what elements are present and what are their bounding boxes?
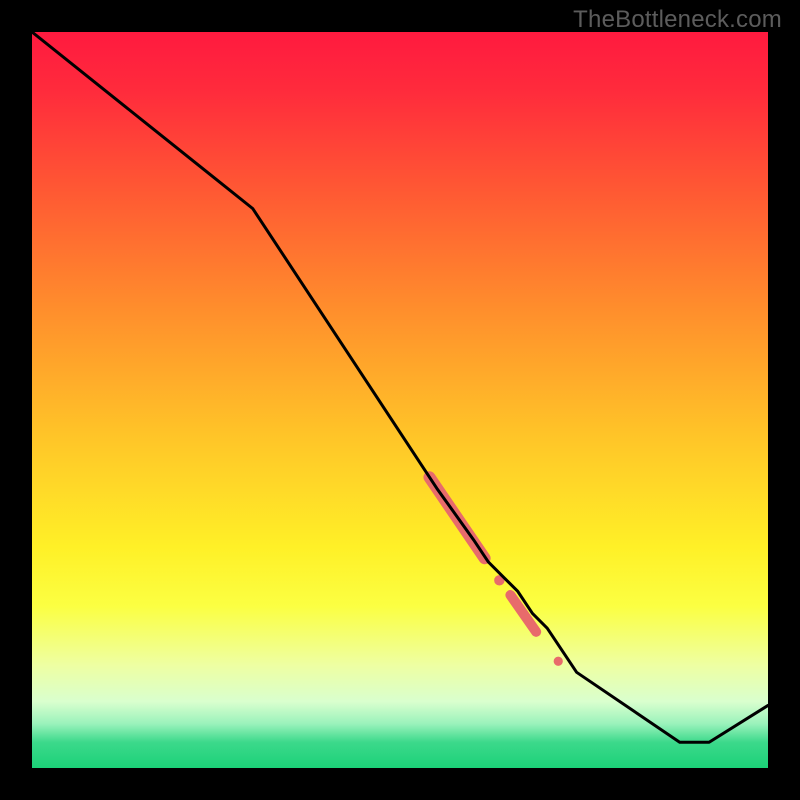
bottleneck-curve	[32, 32, 768, 742]
plot-area	[32, 32, 768, 768]
curve-layer	[32, 32, 768, 768]
watermark-text: TheBottleneck.com	[573, 6, 782, 34]
chart-frame: TheBottleneck.com	[0, 0, 800, 800]
marker-dot	[554, 657, 563, 666]
